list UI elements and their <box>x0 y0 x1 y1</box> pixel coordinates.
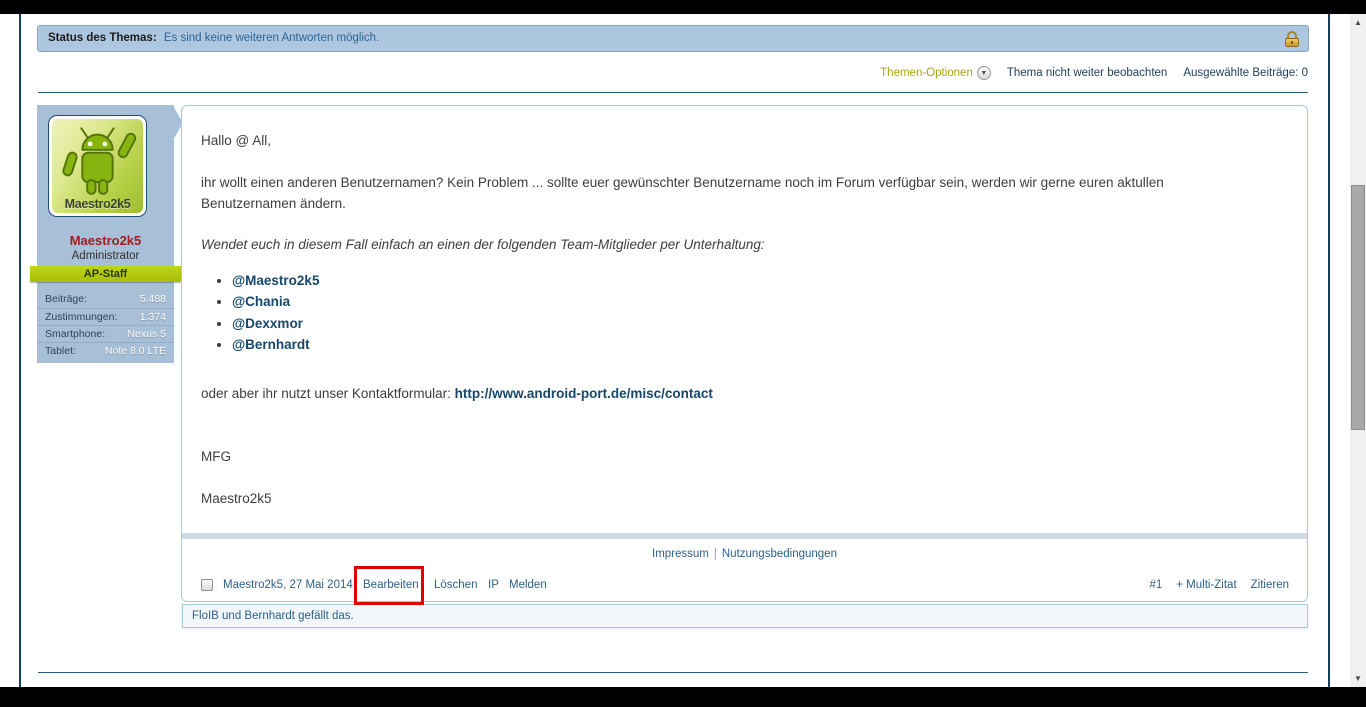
bottom-divider <box>38 672 1308 673</box>
mention-link[interactable]: @Maestro2k5 <box>232 273 319 288</box>
contact-form-link[interactable]: http://www.android-port.de/misc/contact <box>455 386 713 401</box>
letterbox-top <box>0 0 1366 14</box>
author-title: Administrator <box>37 250 174 262</box>
mention-link[interactable]: @Dexxmor <box>232 316 303 331</box>
thread-options-menu[interactable]: Themen-Optionen ▼ <box>880 66 991 80</box>
scrollbar-thumb[interactable] <box>1351 185 1365 430</box>
thread-options-label: Themen-Optionen <box>880 67 973 79</box>
message-closing: MFG <box>201 446 1287 467</box>
likes-text: FloIB und Bernhardt gefällt das. <box>192 610 354 622</box>
author-banner: AP-Staff <box>30 266 181 282</box>
message-greeting: Hallo @ All, <box>201 130 1287 151</box>
scroll-up-icon[interactable]: ▲ <box>1350 14 1366 31</box>
likes-bar: FloIB und Bernhardt gefällt das. <box>182 604 1308 628</box>
window-right-border <box>1328 14 1330 687</box>
edit-button-highlight-annotation <box>354 566 424 605</box>
selected-posts-counter[interactable]: Ausgewählte Beiträge: 0 <box>1183 67 1308 79</box>
scroll-down-icon[interactable]: ▼ <box>1350 670 1366 687</box>
stat-row: Smartphone: Nexus 5 <box>37 325 174 342</box>
letterbox-bottom <box>0 687 1366 707</box>
message-paragraph-italic: Wendet euch in diesem Fall einfach an ei… <box>201 234 1287 255</box>
unwatch-thread-link[interactable]: Thema nicht weiter beobachten <box>1007 67 1167 79</box>
mention-link[interactable]: @Chania <box>232 294 290 309</box>
ip-button[interactable]: IP <box>488 569 499 601</box>
author-username-link[interactable]: Maestro2k5 <box>37 233 174 248</box>
stat-row: Zustimmungen: 1.374 <box>37 308 174 325</box>
terms-link[interactable]: Nutzungsbedingungen <box>722 548 837 560</box>
multi-quote-button[interactable]: + Multi-Zitat <box>1176 569 1236 601</box>
stat-row: Beiträge: 5.488 <box>37 291 174 308</box>
quote-button[interactable]: Zitieren <box>1251 569 1289 601</box>
window-left-border <box>19 14 21 687</box>
post-message-container: Hallo @ All, ihr wollt einen anderen Ben… <box>181 105 1308 602</box>
list-item: @Bernhardt <box>232 334 1287 355</box>
avatar-image: Maestro2k5 <box>52 119 143 213</box>
lock-icon <box>1285 31 1299 47</box>
message-paragraph: ihr wollt einen anderen Benutzernamen? K… <box>201 172 1287 214</box>
author-stats: Beiträge: 5.488 Zustimmungen: 1.374 Smar… <box>37 291 174 359</box>
list-item: @Dexxmor <box>232 313 1287 334</box>
impressum-link[interactable]: Impressum <box>652 548 709 560</box>
top-divider <box>38 92 1308 93</box>
mention-link[interactable]: @Bernhardt <box>232 337 310 352</box>
thread-status-bar: Status des Themas: Es sind keine weitere… <box>37 25 1309 52</box>
list-item: @Maestro2k5 <box>232 270 1287 291</box>
report-button[interactable]: Melden <box>509 569 547 601</box>
mention-list: @Maestro2k5 @Chania @Dexxmor @Bernhardt <box>201 270 1287 355</box>
delete-button[interactable]: Löschen <box>434 569 477 601</box>
signature-links: Impressum|Nutzungsbedingungen <box>182 539 1307 569</box>
forum-thread-page: ▲ ▼ Status des Themas: Es sind keine wei… <box>0 0 1366 707</box>
contact-paragraph: oder aber ihr nutzt unser Kontaktformula… <box>201 383 1287 404</box>
chevron-down-icon[interactable]: ▼ <box>977 66 991 80</box>
post-controls-bar: Maestro2k5, 27 Mai 2014 Bearbeiten Lösch… <box>182 569 1307 601</box>
post-number-link[interactable]: #1 <box>1149 569 1162 601</box>
thread-toolbar: Themen-Optionen ▼ Thema nicht weiter beo… <box>38 60 1308 86</box>
vertical-scrollbar[interactable]: ▲ ▼ <box>1350 14 1366 687</box>
message-signoff: Maestro2k5 <box>201 488 1287 509</box>
select-post-checkbox[interactable] <box>201 579 213 591</box>
status-label: Status des Themas: <box>48 32 157 44</box>
post-message-body: Hallo @ All, ihr wollt einen anderen Ben… <box>201 106 1287 509</box>
avatar-username-text: Maestro2k5 <box>52 197 143 211</box>
avatar[interactable]: Maestro2k5 <box>48 115 147 217</box>
status-message: Es sind keine weiteren Antworten möglich… <box>164 32 379 44</box>
author-panel: Maestro2k5 Maestro2k5 Administrator AP-S… <box>37 105 174 363</box>
stat-row: Tablet: Note 8.0 LTE <box>37 342 174 359</box>
author-date-permalink[interactable]: Maestro2k5, 27 Mai 2014 <box>223 569 353 601</box>
list-item: @Chania <box>232 291 1287 312</box>
